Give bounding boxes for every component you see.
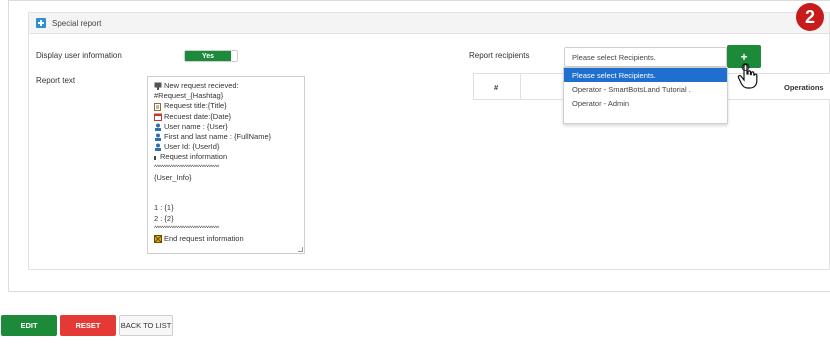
report-text-line: #Request_{Hashtag} bbox=[154, 91, 224, 101]
special-report-panel: Special report Display user information … bbox=[28, 12, 830, 270]
edit-button[interactable]: EDIT bbox=[1, 315, 57, 336]
report-text-line: Request information bbox=[154, 152, 298, 162]
report-text-line: 2 : {2} bbox=[154, 213, 174, 223]
table-header-operations: Operations bbox=[784, 83, 824, 92]
table-column-divider bbox=[520, 74, 521, 99]
report-text-line: New request recieved: bbox=[154, 81, 298, 91]
report-recipients-label: Report recipients bbox=[469, 51, 530, 60]
report-text-line: 1 : {1} bbox=[154, 203, 174, 213]
expand-plus-icon[interactable] bbox=[36, 18, 46, 28]
report-text-label: Report text bbox=[36, 76, 76, 85]
report-text-line: End request information bbox=[154, 234, 298, 244]
display-user-info-label: Display user information bbox=[36, 51, 122, 60]
report-text-line: User Id: {UserId} bbox=[154, 142, 298, 152]
user-icon bbox=[155, 133, 161, 142]
table-header-number: # bbox=[494, 83, 499, 92]
dropdown-option-placeholder[interactable]: Please select Recipients. bbox=[564, 68, 727, 82]
recipients-dropdown: Please select Recipients. Operator - Sma… bbox=[563, 67, 728, 124]
report-text-textarea[interactable]: New request recieved: #Request_{Hashtag}… bbox=[147, 76, 305, 254]
back-to-list-button[interactable]: BACK TO LIST bbox=[119, 315, 173, 336]
note-icon bbox=[154, 102, 161, 111]
report-text-line: User name : {User} bbox=[154, 122, 298, 132]
report-text-line: Recuest date:{Date} bbox=[154, 112, 298, 122]
panel-title: Special report bbox=[52, 18, 102, 28]
report-text-line: ^^^^^^^^^^^^^^^^^^^^^^^^^^^^ bbox=[154, 164, 219, 171]
display-user-info-toggle[interactable]: Yes bbox=[184, 50, 238, 62]
info-icon bbox=[154, 155, 156, 160]
dropdown-option-operator-admin[interactable]: Operator - Admin bbox=[564, 96, 727, 110]
report-text-line: ^^^^^^^^^^^^^^^^^^^^^^^^^^^^ bbox=[154, 225, 219, 232]
recipients-select-value: Please select Recipients. bbox=[572, 52, 656, 62]
reset-button[interactable]: RESET bbox=[60, 315, 116, 336]
dropdown-option-operator-tutorial[interactable]: Operator - SmartBotsLand Tutorial . bbox=[564, 82, 727, 96]
report-text-line: First and last name : {FullName} bbox=[154, 132, 298, 142]
report-text-line: Request title:{Title} bbox=[154, 101, 298, 111]
calendar-icon bbox=[154, 113, 162, 121]
report-text-line bbox=[154, 193, 298, 203]
recipients-select[interactable]: Please select Recipients. bbox=[564, 47, 727, 67]
report-text-line bbox=[154, 183, 298, 193]
bell-icon bbox=[154, 82, 162, 91]
user-icon bbox=[155, 123, 161, 131]
resize-grip[interactable] bbox=[298, 247, 303, 252]
hand-pointer-cursor-icon bbox=[737, 63, 758, 89]
panel-header[interactable]: Special report bbox=[29, 13, 829, 34]
toggle-yes-label: Yes bbox=[185, 51, 231, 61]
step-number-badge: 2 bbox=[796, 3, 824, 31]
user-icon bbox=[155, 143, 161, 152]
report-text-line: {User_Info} bbox=[154, 172, 192, 182]
flag-icon bbox=[154, 235, 162, 244]
